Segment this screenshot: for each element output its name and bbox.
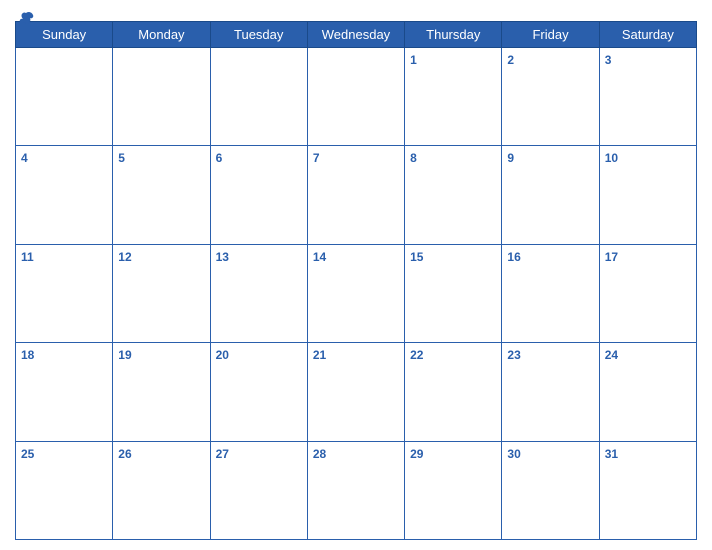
week-row-5: 25 26 27 28 29 30 31 xyxy=(16,441,697,539)
day-number: 5 xyxy=(118,151,125,165)
calendar-cell: 23 xyxy=(502,343,599,441)
calendar-cell: 10 xyxy=(599,146,696,244)
calendar-cell: 29 xyxy=(405,441,502,539)
weekday-header-row: SundayMondayTuesdayWednesdayThursdayFrid… xyxy=(16,22,697,48)
day-number: 17 xyxy=(605,250,618,264)
weekday-header-monday: Monday xyxy=(113,22,210,48)
day-number: 20 xyxy=(216,348,229,362)
day-number: 6 xyxy=(216,151,223,165)
day-number: 2 xyxy=(507,53,514,67)
day-number: 4 xyxy=(21,151,28,165)
calendar-cell: 27 xyxy=(210,441,307,539)
day-number: 16 xyxy=(507,250,520,264)
day-number: 10 xyxy=(605,151,618,165)
day-number: 14 xyxy=(313,250,326,264)
calendar-table: SundayMondayTuesdayWednesdayThursdayFrid… xyxy=(15,21,697,540)
calendar-cell: 2 xyxy=(502,48,599,146)
day-number: 1 xyxy=(410,53,417,67)
week-row-2: 4 5 6 7 8 9 10 xyxy=(16,146,697,244)
day-number: 22 xyxy=(410,348,423,362)
calendar-cell: 18 xyxy=(16,343,113,441)
weekday-header-thursday: Thursday xyxy=(405,22,502,48)
day-number: 11 xyxy=(21,250,34,264)
day-number: 19 xyxy=(118,348,131,362)
day-number: 24 xyxy=(605,348,618,362)
weekday-header-friday: Friday xyxy=(502,22,599,48)
calendar-cell: 9 xyxy=(502,146,599,244)
calendar-cell: 25 xyxy=(16,441,113,539)
calendar-cell: 12 xyxy=(113,244,210,342)
day-number: 12 xyxy=(118,250,131,264)
day-number: 18 xyxy=(21,348,34,362)
day-number: 26 xyxy=(118,447,131,461)
day-number: 23 xyxy=(507,348,520,362)
day-number: 21 xyxy=(313,348,326,362)
week-row-1: 1 2 3 xyxy=(16,48,697,146)
calendar-cell: 13 xyxy=(210,244,307,342)
calendar-cell: 28 xyxy=(307,441,404,539)
calendar-cell: 20 xyxy=(210,343,307,441)
day-number: 29 xyxy=(410,447,423,461)
calendar-cell: 24 xyxy=(599,343,696,441)
weekday-header-wednesday: Wednesday xyxy=(307,22,404,48)
day-number: 7 xyxy=(313,151,320,165)
calendar-cell: 16 xyxy=(502,244,599,342)
weekday-header-tuesday: Tuesday xyxy=(210,22,307,48)
weekday-header-saturday: Saturday xyxy=(599,22,696,48)
day-number: 15 xyxy=(410,250,423,264)
week-row-4: 18 19 20 21 22 23 24 xyxy=(16,343,697,441)
calendar-cell: 15 xyxy=(405,244,502,342)
calendar-cell: 3 xyxy=(599,48,696,146)
logo xyxy=(15,10,35,28)
calendar-cell xyxy=(16,48,113,146)
calendar-cell: 8 xyxy=(405,146,502,244)
day-number: 30 xyxy=(507,447,520,461)
calendar-cell: 14 xyxy=(307,244,404,342)
day-number: 8 xyxy=(410,151,417,165)
day-number: 27 xyxy=(216,447,229,461)
day-number: 3 xyxy=(605,53,612,67)
day-number: 13 xyxy=(216,250,229,264)
calendar-cell xyxy=(307,48,404,146)
calendar-cell: 21 xyxy=(307,343,404,441)
day-number: 28 xyxy=(313,447,326,461)
day-number: 9 xyxy=(507,151,514,165)
logo-bird-icon xyxy=(17,10,35,28)
calendar-cell: 4 xyxy=(16,146,113,244)
calendar-cell: 26 xyxy=(113,441,210,539)
calendar-cell: 19 xyxy=(113,343,210,441)
calendar-cell: 22 xyxy=(405,343,502,441)
calendar-cell xyxy=(210,48,307,146)
calendar-cell: 30 xyxy=(502,441,599,539)
day-number: 31 xyxy=(605,447,618,461)
calendar-cell: 11 xyxy=(16,244,113,342)
calendar-cell: 5 xyxy=(113,146,210,244)
calendar-header xyxy=(15,10,697,15)
calendar-cell: 1 xyxy=(405,48,502,146)
calendar-cell xyxy=(113,48,210,146)
week-row-3: 11 12 13 14 15 16 17 xyxy=(16,244,697,342)
calendar-cell: 7 xyxy=(307,146,404,244)
calendar-cell: 6 xyxy=(210,146,307,244)
calendar-cell: 17 xyxy=(599,244,696,342)
day-number: 25 xyxy=(21,447,34,461)
calendar-cell: 31 xyxy=(599,441,696,539)
